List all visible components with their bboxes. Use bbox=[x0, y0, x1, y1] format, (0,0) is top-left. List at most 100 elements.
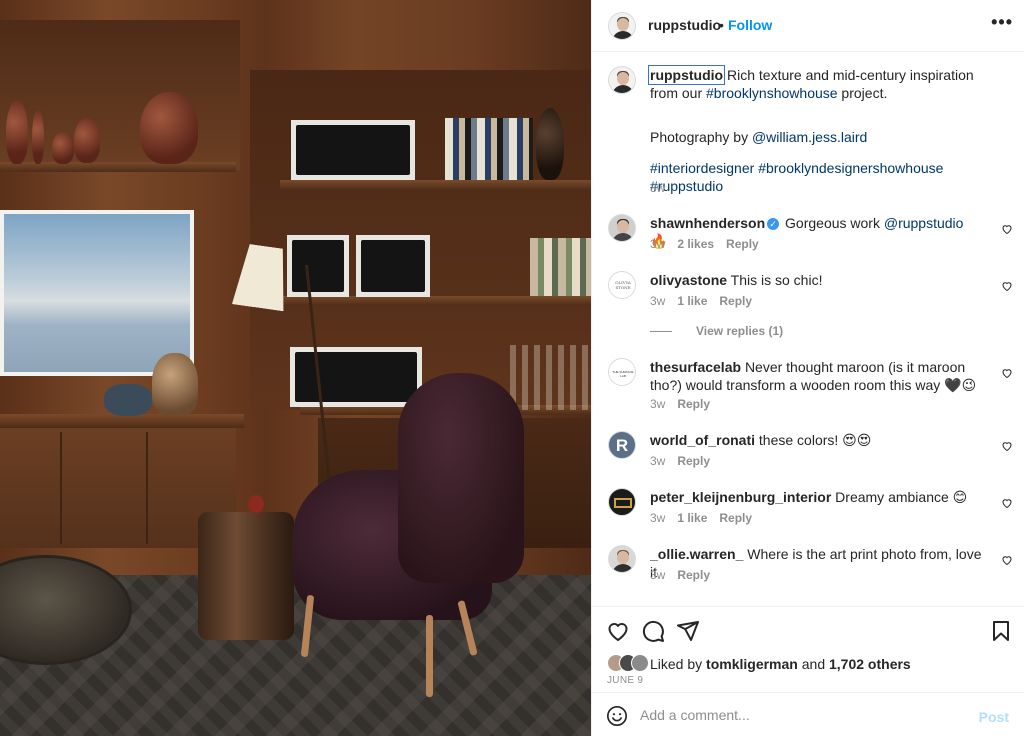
caption-username[interactable]: ruppstudio bbox=[647, 65, 726, 85]
black-artwork bbox=[356, 235, 430, 297]
commenter-username[interactable]: peter_kleijnenburg_interior bbox=[650, 489, 831, 505]
comment-meta: 3w Reply bbox=[650, 568, 722, 582]
comment-heart-icon[interactable] bbox=[1001, 280, 1013, 292]
vase bbox=[6, 100, 28, 164]
commenter-avatar[interactable] bbox=[608, 488, 636, 516]
comment-text: world_of_ronati these colors! 😍😍 bbox=[650, 431, 983, 449]
caption-time[interactable]: 3w bbox=[650, 181, 665, 195]
replies-divider bbox=[650, 331, 672, 333]
side-stool bbox=[198, 512, 294, 640]
liked-by-others[interactable]: 1,702 others bbox=[829, 656, 911, 672]
comment-meta: 3w 2 likes Reply bbox=[650, 237, 771, 251]
books bbox=[445, 118, 533, 180]
comment-likes[interactable]: 2 likes bbox=[677, 237, 714, 251]
post-actions: Liked by tomkligerman and 1,702 others J… bbox=[592, 606, 1024, 692]
comment-heart-icon[interactable] bbox=[1001, 554, 1013, 566]
black-artwork bbox=[287, 235, 349, 297]
comment-heart-icon[interactable] bbox=[1001, 497, 1013, 509]
coral-sculpture bbox=[104, 384, 152, 416]
hashtag-link[interactable]: #brooklynshowhouse bbox=[706, 85, 838, 101]
caption-body-2: project. bbox=[837, 85, 888, 101]
post-details-panel: ruppstudio • Follow ••• ruppstudio Rich … bbox=[591, 0, 1024, 736]
comment-meta: 3w 1 like Reply bbox=[650, 294, 764, 308]
emoji-icon[interactable] bbox=[606, 705, 628, 727]
view-replies-button[interactable]: View replies (1) bbox=[650, 324, 783, 338]
photo-credit-prefix: Photography by bbox=[650, 129, 752, 145]
post-header: ruppstudio • Follow ••• bbox=[592, 0, 1024, 52]
comment-heart-icon[interactable] bbox=[1001, 223, 1013, 235]
commenter-avatar[interactable] bbox=[608, 545, 636, 573]
comment-time[interactable]: 3w bbox=[650, 568, 665, 582]
liked-by-user[interactable]: tomkligerman bbox=[706, 656, 798, 672]
post-photo[interactable] bbox=[0, 0, 591, 736]
caption-meta: 3w bbox=[650, 181, 677, 195]
commenter-avatar[interactable]: THE SURFACE LAB bbox=[608, 358, 636, 386]
comment-meta: 3w 1 like Reply bbox=[650, 511, 764, 525]
commenter-username[interactable]: _ollie.warren_ bbox=[650, 546, 743, 562]
commenter-username[interactable]: thesurfacelab bbox=[650, 359, 741, 375]
bookmark-icon[interactable] bbox=[989, 619, 1013, 643]
cabinet-seam bbox=[146, 432, 148, 544]
share-icon[interactable] bbox=[676, 619, 700, 643]
follow-button[interactable]: Follow bbox=[728, 17, 772, 33]
more-icon[interactable]: ••• bbox=[991, 12, 1013, 33]
comment-text: olivyastone This is so chic! bbox=[650, 271, 983, 289]
reply-button[interactable]: Reply bbox=[677, 397, 710, 411]
liked-by-avatars[interactable] bbox=[607, 654, 651, 672]
comment-heart-icon[interactable] bbox=[1001, 367, 1013, 379]
black-artwork bbox=[290, 347, 422, 407]
vase bbox=[536, 108, 564, 180]
comment-time[interactable]: 3w bbox=[650, 294, 665, 308]
view-replies-label[interactable]: View replies (1) bbox=[696, 324, 783, 338]
reply-button[interactable]: Reply bbox=[677, 454, 710, 468]
comment-time[interactable]: 3w bbox=[650, 397, 665, 411]
comment-icon[interactable] bbox=[641, 619, 665, 643]
reply-button[interactable]: Reply bbox=[719, 511, 752, 525]
commenter-username[interactable]: shawnhenderson bbox=[650, 215, 765, 231]
mention-link[interactable]: @ruppstudio bbox=[884, 215, 964, 231]
heart-icon[interactable] bbox=[606, 619, 630, 643]
apple bbox=[248, 495, 264, 513]
likes-summary: Liked by tomkligerman and 1,702 others bbox=[650, 656, 911, 672]
photographer-link[interactable]: @william.jess.laird bbox=[752, 129, 867, 145]
glassware bbox=[510, 345, 590, 410]
author-avatar[interactable] bbox=[608, 12, 636, 40]
caption-avatar[interactable] bbox=[608, 66, 636, 94]
comment-meta: 3w Reply bbox=[650, 397, 722, 411]
liker-avatar bbox=[631, 654, 649, 672]
commenter-avatar[interactable]: OLIVYA STONE bbox=[608, 271, 636, 299]
comment-heart-icon[interactable] bbox=[1001, 440, 1013, 452]
commenter-avatar[interactable]: R bbox=[608, 431, 636, 459]
gold-frame-logo bbox=[614, 498, 632, 508]
reply-button[interactable]: Reply bbox=[677, 568, 710, 582]
comments-scroll-area[interactable]: ruppstudio Rich texture and mid-century … bbox=[592, 53, 1024, 605]
separator-dot: • bbox=[719, 17, 724, 33]
chair-back bbox=[398, 373, 524, 583]
verified-badge-icon: ✓ bbox=[767, 218, 780, 231]
commenter-username[interactable]: world_of_ronati bbox=[650, 432, 755, 448]
comment-input[interactable] bbox=[640, 703, 960, 727]
reply-button[interactable]: Reply bbox=[719, 294, 752, 308]
olivyastone-logo: OLIVYA STONE bbox=[615, 280, 631, 290]
vase bbox=[140, 92, 198, 164]
caption-hashtags: #interiordesigner #brooklyndesignershowh… bbox=[650, 159, 983, 195]
hashtag-link[interactable]: #interiordesigner bbox=[650, 160, 754, 176]
commenter-avatar[interactable] bbox=[608, 214, 636, 242]
comment-time[interactable]: 3w bbox=[650, 454, 665, 468]
shelf bbox=[280, 180, 591, 190]
hashtag-link[interactable]: #brooklyndesignershowhouse bbox=[758, 160, 943, 176]
author-username[interactable]: ruppstudio bbox=[648, 17, 721, 33]
post-comment-button[interactable]: Post bbox=[979, 709, 1009, 725]
comment-likes[interactable]: 1 like bbox=[677, 294, 707, 308]
reply-button[interactable]: Reply bbox=[726, 237, 759, 251]
caption-text: ruppstudio Rich texture and mid-century … bbox=[647, 65, 983, 102]
vase bbox=[74, 118, 100, 163]
post-date[interactable]: JUNE 9 bbox=[607, 675, 643, 686]
comment-likes[interactable]: 1 like bbox=[677, 511, 707, 525]
shelf bbox=[280, 296, 591, 306]
commenter-username[interactable]: olivyastone bbox=[650, 272, 727, 288]
comment-time[interactable]: 3w bbox=[650, 511, 665, 525]
thesurfacelab-logo: THE SURFACE LAB bbox=[612, 370, 634, 378]
comment-time[interactable]: 3w bbox=[650, 237, 665, 251]
comment-body: Dreamy ambiance 😊 bbox=[835, 489, 968, 505]
